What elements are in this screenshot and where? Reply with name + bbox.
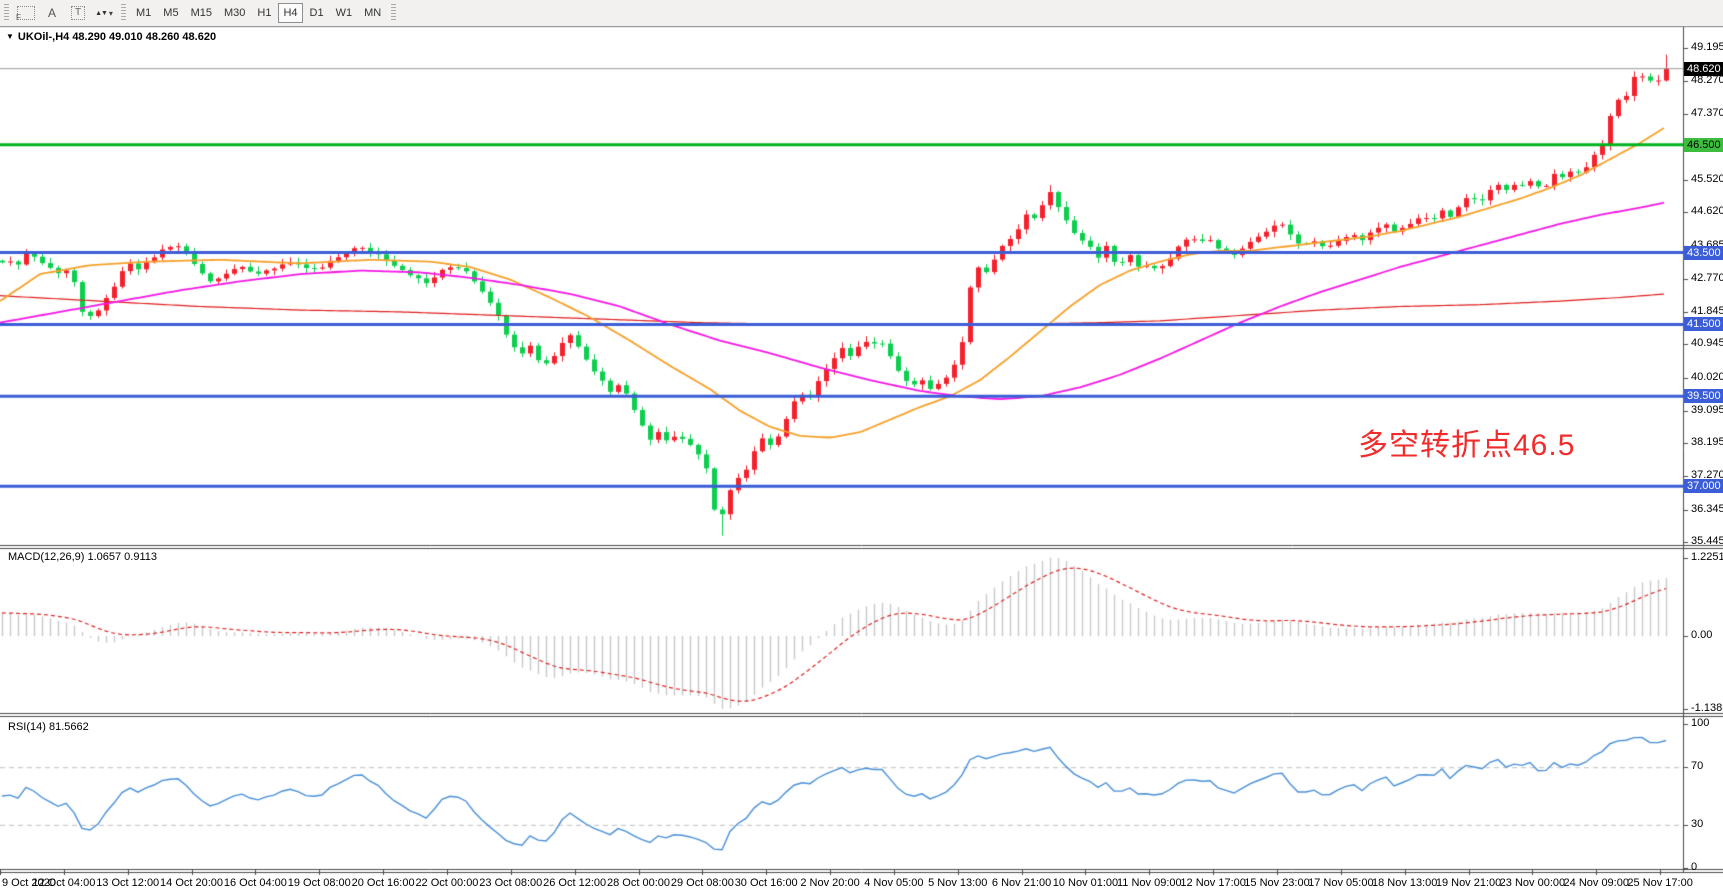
date-label: 26 Oct 12:00	[543, 877, 606, 889]
date-label: 17 Nov 05:00	[1308, 877, 1373, 889]
symbol-ohlc-text: UKOil-,H4 48.290 49.010 48.260 48.620	[18, 31, 216, 43]
price-axis-tick: 40.945	[1691, 337, 1723, 349]
price-axis-tick: 36.345	[1691, 503, 1723, 515]
macd-axis-tick: -1.1383	[1691, 702, 1723, 714]
timeframe-button-m15[interactable]: M15	[186, 3, 217, 23]
rsi-axis-tick: 30	[1691, 818, 1703, 830]
date-label: 22 Oct 00:00	[415, 877, 478, 889]
toolbar: FAT▲▼▾ M1M5M15M30H1H4D1W1MN	[0, 0, 1723, 27]
date-label: 11 Nov 09:00	[1117, 877, 1182, 889]
date-label: 24 Nov 09:00	[1564, 877, 1629, 889]
price-tag: 46.500	[1684, 138, 1723, 152]
date-label: 19 Oct 08:00	[288, 877, 351, 889]
price-axis-tick: 45.520	[1691, 173, 1723, 185]
timeframe-button-mn[interactable]: MN	[359, 3, 386, 23]
arrows-icon[interactable]: ▲▼▾	[91, 3, 117, 23]
date-label: 13 Oct 12:00	[96, 877, 159, 889]
annotation-text: 多空转折点46.5	[1358, 420, 1575, 464]
text-box-icon[interactable]: T	[65, 3, 91, 23]
date-label: 12 Oct 04:00	[32, 877, 95, 889]
date-label: 6 Nov 21:00	[992, 877, 1051, 889]
price-tag: 43.500	[1684, 246, 1723, 260]
macd-label: MACD(12,26,9) 1.0657 0.9113	[8, 551, 157, 563]
price-axis-tick: 42.770	[1691, 272, 1723, 284]
mt4-window: FAT▲▼▾ M1M5M15M30H1H4D1W1MN ▼ UKOil-,H4 48…	[0, 0, 1723, 893]
date-label: 30 Oct 16:00	[735, 877, 798, 889]
toolbar-grip[interactable]	[391, 4, 396, 22]
price-axis-tick: 44.620	[1691, 205, 1723, 217]
price-axis-tick: 38.195	[1691, 436, 1723, 448]
toolbar-grip[interactable]	[4, 4, 9, 22]
price-axis-tick: 49.195	[1691, 41, 1723, 53]
date-label: 2 Nov 20:00	[800, 877, 859, 889]
date-label: 12 Nov 17:00	[1180, 877, 1245, 889]
date-label: 10 Nov 01:00	[1053, 877, 1118, 889]
price-axis-tick: 47.370	[1691, 107, 1723, 119]
symbol-ohlc-line: ▼ UKOil-,H4 48.290 49.010 48.260 48.620	[6, 31, 216, 43]
timeframe-button-d1[interactable]: D1	[305, 3, 329, 23]
timeframe-button-h1[interactable]: H1	[252, 3, 276, 23]
date-label: 4 Nov 05:00	[864, 877, 923, 889]
date-label: 16 Oct 04:00	[224, 877, 287, 889]
macd-axis-tick: 1.2251	[1691, 551, 1723, 563]
text-label-icon[interactable]: A	[39, 3, 65, 23]
timeframe-button-h4[interactable]: H4	[278, 3, 302, 23]
toolbar-grip[interactable]	[121, 4, 126, 22]
date-label: 18 Nov 13:00	[1372, 877, 1437, 889]
macd-axis-tick: 0.00	[1691, 629, 1712, 641]
chart-overlay: ▼ UKOil-,H4 48.290 49.010 48.260 48.620 M…	[0, 0, 1723, 893]
date-label: 29 Oct 08:00	[671, 877, 734, 889]
date-label: 28 Oct 00:00	[607, 877, 670, 889]
rsi-axis-tick: 100	[1691, 717, 1709, 729]
timeframe-button-m5[interactable]: M5	[158, 3, 183, 23]
price-axis-tick: 41.845	[1691, 305, 1723, 317]
date-label: 14 Oct 20:00	[160, 877, 223, 889]
date-label: 23 Oct 08:00	[479, 877, 542, 889]
fibonacci-icon[interactable]: F	[13, 3, 39, 23]
price-axis-tick: 39.095	[1691, 404, 1723, 416]
timeframe-button-m30[interactable]: M30	[219, 3, 250, 23]
date-label: 25 Nov 17:00	[1627, 877, 1692, 889]
price-tag: 41.500	[1684, 317, 1723, 331]
chevron-down-icon[interactable]: ▼	[6, 32, 14, 41]
price-tag: 48.620	[1684, 62, 1723, 76]
price-tag: 37.000	[1684, 479, 1723, 493]
date-label: 23 Nov 00:00	[1500, 877, 1565, 889]
rsi-axis-tick: 70	[1691, 760, 1703, 772]
timeframe-button-m1[interactable]: M1	[131, 3, 156, 23]
price-axis-tick: 48.270	[1691, 74, 1723, 86]
rsi-axis-tick: 0	[1691, 861, 1697, 873]
date-label: 19 Nov 21:00	[1436, 877, 1501, 889]
price-axis-tick: 40.020	[1691, 371, 1723, 383]
price-axis-tick: 35.445	[1691, 535, 1723, 547]
price-tag: 39.500	[1684, 389, 1723, 403]
date-label: 15 Nov 23:00	[1244, 877, 1309, 889]
date-label: 5 Nov 13:00	[928, 877, 987, 889]
timeframe-button-w1[interactable]: W1	[331, 3, 358, 23]
date-label: 20 Oct 16:00	[352, 877, 415, 889]
rsi-label: RSI(14) 81.5662	[8, 721, 89, 733]
